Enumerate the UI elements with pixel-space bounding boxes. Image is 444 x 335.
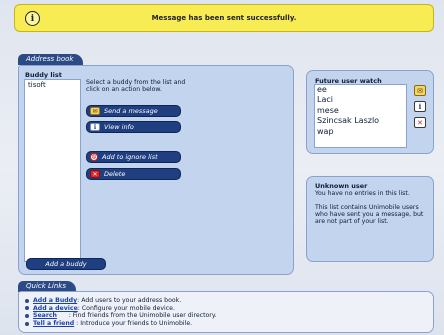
watch-list-item[interactable]: Laci [315, 95, 406, 105]
add-to-ignore-button[interactable]: ⦸ Add to ignore list [86, 151, 181, 163]
delete-x-icon[interactable]: ✕ [414, 117, 426, 128]
unknown-user-description: This list contains Unimobile users who h… [315, 204, 424, 225]
view-info-button[interactable]: i View info [86, 121, 181, 133]
delete-button[interactable]: ✕ Delete [86, 168, 181, 180]
watch-list-item[interactable]: mese [315, 106, 406, 116]
delete-label: Delete [104, 170, 126, 178]
add-to-ignore-label: Add to ignore list [102, 153, 158, 161]
buddy-list-title: Buddy list [25, 71, 62, 79]
watch-list-item[interactable]: ee [315, 85, 406, 95]
quick-link-row: Add a Buddy : Add users to your address … [25, 297, 433, 305]
info-icon[interactable]: i [414, 101, 426, 112]
no-entry-icon: ⦸ [90, 153, 98, 161]
tell-a-friend-link[interactable]: Tell a friend [33, 320, 74, 328]
bullet-icon [25, 298, 29, 303]
search-link[interactable]: Search [33, 312, 57, 320]
unknown-user-title: Unknown user [315, 182, 368, 190]
watch-list-item[interactable]: wap [315, 127, 406, 137]
bullet-icon [25, 306, 29, 311]
quick-link-description: : Introduce your friends to Unimobile. [74, 319, 193, 327]
quick-link-description: : Find friends from the Unimobile user d… [56, 312, 217, 320]
envelope-icon[interactable]: ✉ [414, 85, 426, 96]
add-buddy-button[interactable]: Add a buddy [26, 258, 106, 270]
delete-x-icon: ✕ [90, 170, 100, 178]
bullet-icon [25, 313, 29, 318]
quick-links-panel: Add a Buddy : Add users to your address … [18, 291, 434, 333]
buddy-list-instructions: Select a buddy from the list and click o… [86, 79, 186, 93]
add-buddy-link[interactable]: Add a Buddy [33, 297, 77, 305]
quick-link-description: : Add users to your address book. [77, 297, 182, 304]
bullet-icon [25, 321, 29, 326]
success-message-bar: i Message has been sent successfully. [14, 4, 434, 32]
watch-list-item[interactable]: Szincsak Laszlo [315, 116, 406, 126]
success-message-text: Message has been sent successfully. [151, 14, 297, 22]
send-message-label: Send a message [104, 107, 158, 115]
view-info-label: View info [104, 123, 134, 131]
send-message-button[interactable]: ✉ Send a message [86, 105, 181, 117]
add-device-link[interactable]: Add a device [33, 305, 78, 313]
unknown-user-panel: Unknown user You have no entries in this… [306, 176, 434, 262]
future-user-watch-panel: Future user watch ee Laci mese Szincsak … [306, 70, 434, 154]
buddy-list[interactable]: tisoft [24, 79, 81, 262]
unknown-user-empty-text: You have no entries in this list. [315, 190, 410, 197]
future-user-watch-list[interactable]: ee Laci mese Szincsak Laszlo wap [314, 84, 407, 148]
quick-link-description: : Configure your mobile device. [77, 304, 175, 312]
address-book-tab: Address book [18, 54, 84, 65]
buddy-list-item[interactable]: tisoft [25, 80, 80, 90]
envelope-icon: ✉ [90, 107, 100, 115]
quick-link-row: Add a device : Configure your mobile dev… [25, 305, 433, 313]
info-icon: i [25, 11, 40, 26]
quick-link-row: Search : Find friends from the Unimobile… [25, 312, 433, 320]
address-book-panel: Buddy list tisoft Select a buddy from th… [18, 65, 294, 275]
quick-link-row: Tell a friend : Introduce your friends t… [25, 320, 433, 328]
info-icon: i [90, 123, 100, 131]
